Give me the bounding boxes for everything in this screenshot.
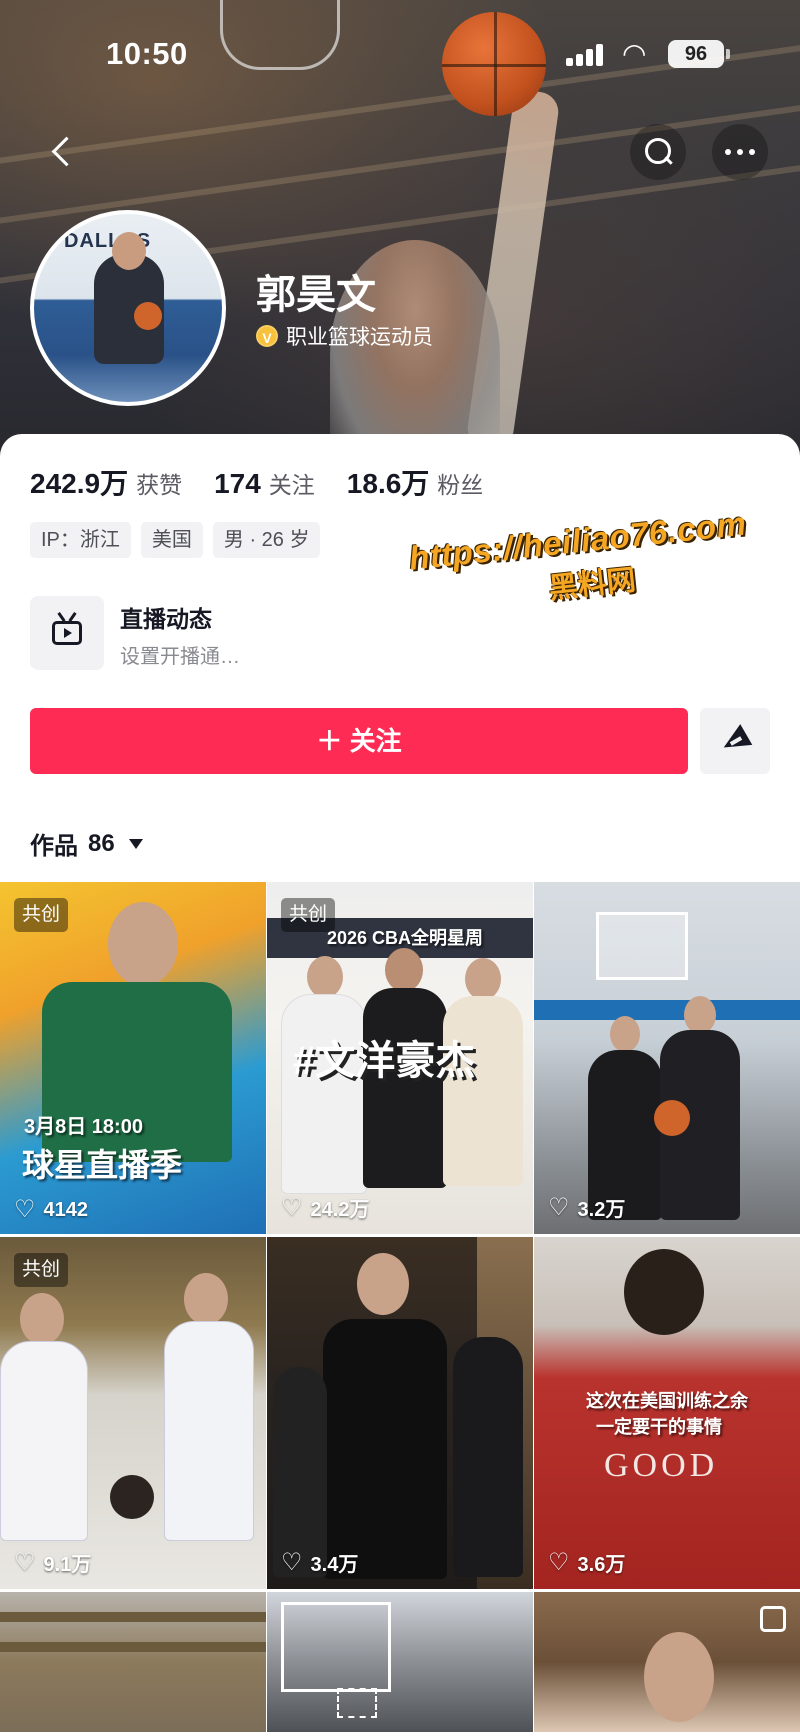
heart-icon: ♡ (548, 1548, 570, 1576)
video-overlay-title: 这次在美国训练之余 (586, 1391, 748, 1411)
avatar[interactable]: DALLAS (30, 210, 226, 406)
stat-label: 粉丝 (437, 472, 484, 498)
video-overlay-sub: 一定要干的事情 (596, 1417, 722, 1437)
verification-label: 职业篮球运动员 (286, 326, 433, 349)
heart-icon: ♡ (281, 1548, 303, 1576)
likes-value: 4142 (43, 1198, 89, 1221)
video-thumb[interactable]: 2026 CBA全明星周 #文洋豪杰 共创 ♡ 24.2万 (267, 882, 533, 1234)
likes-count: ♡ 24.2万 (281, 1193, 369, 1222)
heart-icon: ♡ (548, 1193, 570, 1221)
live-title: 直播动态 (120, 606, 212, 632)
profile-tags: IP：浙江 美国 男 · 26 岁 (30, 522, 321, 558)
heart-icon: ♡ (281, 1193, 303, 1221)
share-icon[interactable] (700, 708, 770, 774)
video-grid: 3月8日 18:00 球星直播季 共创 ♡ 4142 2026 CBA全明星周 … (0, 882, 800, 1732)
tv-icon (30, 596, 104, 670)
video-thumb[interactable]: 共创 ♡ 9.1万 (0, 1237, 266, 1589)
follow-button[interactable]: ＋ 关注 (30, 708, 688, 774)
co-create-badge: 共创 (14, 1253, 69, 1287)
tag-gender-age: 男 · 26 岁 (212, 522, 321, 558)
works-tab[interactable]: 作品 86 (30, 826, 143, 861)
more-icon[interactable] (712, 124, 768, 180)
likes-value: 9.1万 (43, 1554, 92, 1576)
tag-location: 美国 (140, 522, 203, 558)
video-thumb[interactable]: ♡ 3.4万 (267, 1237, 533, 1589)
likes-count: ♡ 3.4万 (281, 1548, 358, 1577)
likes-value: 24.2万 (310, 1199, 370, 1221)
likes-value: 3.6万 (577, 1554, 626, 1576)
likes-count: ♡ 4142 (14, 1198, 88, 1222)
wifi-icon: ◠ (622, 38, 647, 69)
likes-count: ♡ 3.2万 (548, 1193, 625, 1222)
likes-value: 3.4万 (310, 1554, 359, 1576)
profile-name: 郭昊文 (256, 273, 376, 317)
verified-icon: V (256, 325, 278, 347)
video-overlay-sub: 3月8日 18:00 (24, 1116, 143, 1138)
status-time: 10:50 (106, 36, 188, 71)
verification-row: V 职业篮球运动员 (256, 322, 433, 350)
video-overlay-sub: 2026 CBA全明星周 (327, 928, 484, 948)
works-label: 作品 (30, 833, 78, 860)
battery-icon: 96 (668, 40, 730, 68)
live-subtitle: 设置开播通… (120, 646, 240, 668)
video-overlay-title: #文洋豪杰 (293, 1039, 476, 1083)
stat-label: 获赞 (136, 472, 183, 498)
video-thumb[interactable]: 这次在美国训练之余 一定要干的事情 GOOD ♡ 3.6万 (534, 1237, 800, 1589)
video-thumb[interactable] (267, 1592, 533, 1732)
stat-following[interactable]: 174 关注 (214, 466, 315, 500)
caret-down-icon (128, 838, 143, 849)
stat-number: 18.6万 (346, 468, 430, 499)
likes-count: ♡ 9.1万 (14, 1548, 91, 1577)
multi-image-icon (760, 1606, 786, 1632)
heart-icon: ♡ (14, 1548, 36, 1576)
co-create-badge: 共创 (281, 898, 336, 932)
stat-label: 关注 (268, 472, 315, 498)
video-thumb[interactable] (534, 1592, 800, 1732)
video-thumb[interactable]: 3月8日 18:00 球星直播季 共创 ♡ 4142 (0, 882, 266, 1234)
likes-value: 3.2万 (577, 1199, 626, 1221)
status-bar: 10:50 ◠ 96 (0, 0, 800, 110)
stat-followers[interactable]: 18.6万 粉丝 (347, 462, 484, 502)
stats-row: 242.9万 获赞 174 关注 18.6万 粉丝 (30, 462, 515, 502)
back-icon[interactable] (34, 124, 90, 180)
profile-card: 242.9万 获赞 174 关注 18.6万 粉丝 IP：浙江 美国 男 · 2… (0, 434, 800, 1736)
signal-icon (566, 44, 610, 66)
stat-likes[interactable]: 242.9万 获赞 (30, 462, 182, 502)
heart-icon: ♡ (14, 1196, 36, 1223)
works-count: 86 (88, 829, 115, 857)
search-icon[interactable] (630, 124, 686, 180)
tag-ip: IP：浙江 (30, 522, 131, 558)
stat-number: 174 (214, 468, 261, 499)
video-thumb[interactable]: ♡ 3.2万 (534, 882, 800, 1234)
video-thumb[interactable] (0, 1592, 266, 1732)
co-create-badge: 共创 (14, 898, 69, 932)
stat-number: 242.9万 (30, 468, 129, 499)
video-overlay-title: 球星直播季 (22, 1147, 183, 1183)
likes-count: ♡ 3.6万 (548, 1548, 625, 1577)
